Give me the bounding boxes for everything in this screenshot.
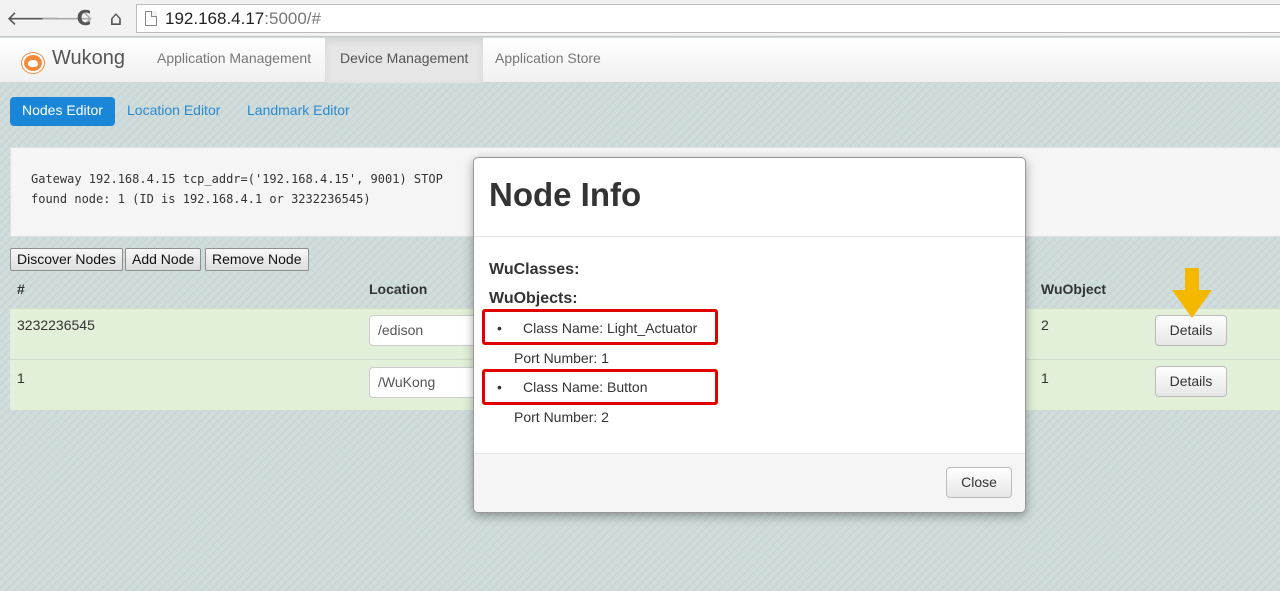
address-text: 192.168.4.17:5000/# (165, 9, 321, 29)
app-navbar: Wukong Application Management Device Man… (0, 38, 1280, 83)
add-node-button[interactable]: Add Node (125, 248, 202, 271)
node-info-modal: Node Info WuClasses: WuObjects: • Class … (473, 157, 1026, 513)
address-bar[interactable]: 192.168.4.17:5000/# (136, 4, 1280, 33)
port-number: Port Number: 2 (514, 409, 609, 425)
column-header-location: Location (369, 281, 428, 297)
details-button[interactable]: Details (1155, 366, 1227, 397)
nav-application-store[interactable]: Application Store (480, 38, 616, 83)
port-number: Port Number: 1 (514, 350, 609, 366)
wuobjects-heading: WuObjects: (489, 290, 578, 307)
log-line: Gateway 192.168.4.15 tcp_addr=('192.168.… (31, 172, 443, 186)
tab-nodes-editor[interactable]: Nodes Editor (10, 97, 115, 126)
nav-device-management[interactable]: Device Management (325, 38, 484, 83)
column-header-id: # (17, 281, 25, 297)
modal-title: Node Info (489, 176, 642, 213)
node-id: 1 (17, 370, 25, 386)
modal-divider (474, 236, 1025, 237)
url-host: 192.168.4.17 (165, 9, 265, 28)
browser-toolbar: 🡐 🡒 C ⌂ 192.168.4.17:5000/# (0, 0, 1280, 37)
forward-arrow-icon[interactable]: 🡒 (40, 6, 94, 30)
reload-icon[interactable]: C (72, 6, 96, 30)
log-line: found node: 1 (ID is 192.168.4.1 or 3232… (31, 192, 371, 206)
nav-application-management[interactable]: Application Management (142, 38, 326, 83)
wuobject-count: 1 (1041, 370, 1049, 386)
modal-footer: Close (474, 454, 1025, 512)
home-icon[interactable]: ⌂ (104, 6, 128, 30)
class-name: Class Name: Light_Actuator (523, 320, 698, 336)
wuclasses-heading: WuClasses: (489, 261, 580, 278)
tab-landmark-editor[interactable]: Landmark Editor (235, 97, 362, 126)
brand-name: Wukong (52, 47, 126, 69)
class-name: Class Name: Button (523, 379, 648, 395)
back-arrow-icon[interactable]: 🡐 (6, 6, 60, 30)
location-input[interactable]: /WuKong (369, 367, 489, 398)
close-button[interactable]: Close (946, 467, 1012, 498)
list-bullet: • (497, 379, 502, 395)
wuobject-count: 2 (1041, 317, 1049, 333)
url-path: :5000/# (264, 9, 321, 28)
discover-nodes-button[interactable]: Discover Nodes (10, 248, 123, 271)
arrow-down-icon (1172, 268, 1212, 318)
wukong-logo-icon (22, 53, 44, 73)
remove-node-button[interactable]: Remove Node (205, 248, 309, 271)
node-id: 3232236545 (17, 317, 95, 333)
location-input[interactable]: /edison (369, 315, 489, 346)
list-bullet: • (497, 320, 502, 336)
details-button[interactable]: Details (1155, 315, 1227, 346)
page-icon (145, 11, 157, 26)
column-header-wuobject: WuObject (1041, 281, 1107, 297)
tab-location-editor[interactable]: Location Editor (115, 97, 232, 126)
